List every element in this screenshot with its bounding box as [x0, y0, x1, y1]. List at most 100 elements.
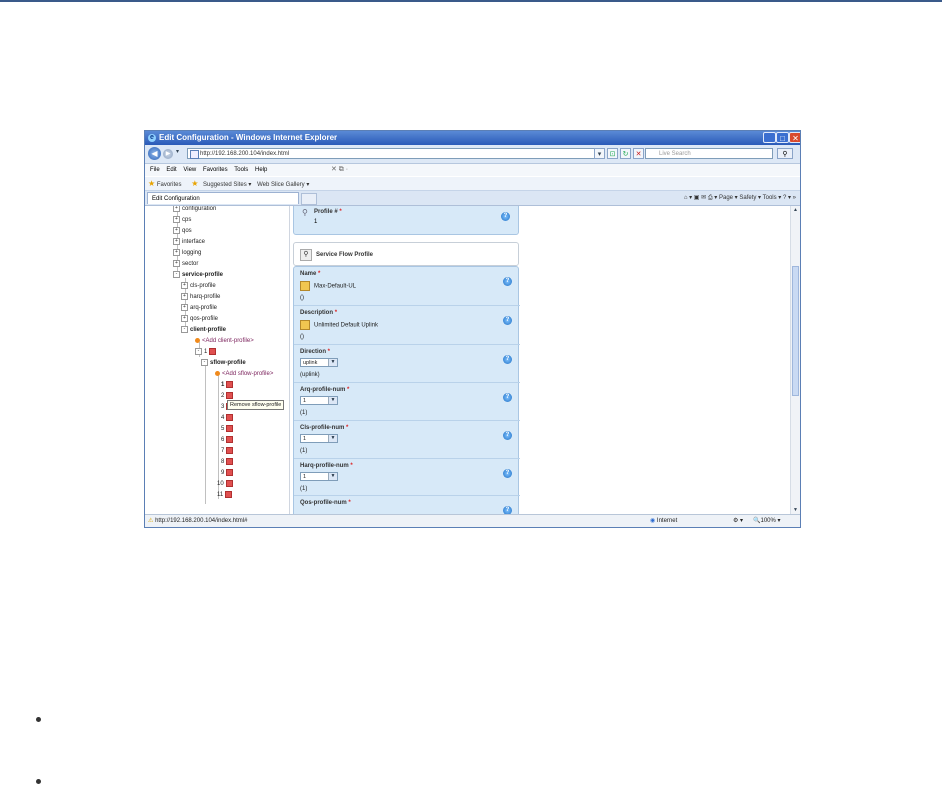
scroll-down-arrow[interactable]: ▼ — [792, 507, 799, 514]
expand-icon[interactable]: + — [173, 226, 180, 234]
field-select[interactable]: 1 ▼ — [300, 434, 338, 443]
help-icon[interactable]: ? — [503, 355, 512, 364]
expand-icon[interactable]: + — [173, 206, 180, 212]
remove-icon[interactable] — [209, 347, 217, 355]
vertical-scrollbar[interactable]: ▲ ▼ — [790, 206, 800, 515]
favorites-button[interactable]: Favorites — [157, 182, 182, 188]
tree-item[interactable]: -1 — [195, 347, 217, 357]
help-icon[interactable]: ? — [503, 277, 512, 286]
help-icon[interactable]: ? — [503, 469, 512, 478]
collapse-icon[interactable]: - — [195, 347, 202, 355]
collapse-icon[interactable]: - — [173, 270, 180, 278]
close-button[interactable]: ✕ — [789, 132, 800, 143]
remove-icon[interactable] — [226, 413, 234, 421]
edit-icon[interactable] — [300, 281, 310, 291]
compatibility-view-icon[interactable]: ⊡ — [607, 148, 618, 159]
tree-item[interactable]: + harq-profile — [181, 292, 220, 302]
remove-icon[interactable] — [226, 457, 234, 465]
field-value[interactable]: Max-Default-UL — [300, 281, 356, 291]
forward-button[interactable]: ▶ — [163, 149, 173, 159]
chevron-down-icon[interactable]: ▼ — [328, 397, 337, 404]
mail-icon[interactable]: ✉ — [701, 195, 708, 201]
tree-item[interactable]: 4 — [221, 413, 234, 423]
expand-icon[interactable]: + — [181, 292, 188, 300]
maximize-button[interactable]: □ — [776, 132, 789, 143]
field-select[interactable]: 1 ▼ — [300, 396, 338, 405]
tree-item[interactable]: <Add sflow-profile> — [215, 369, 273, 379]
tree-item[interactable]: - service-profile — [173, 270, 223, 280]
expand-icon[interactable]: + — [181, 314, 188, 322]
tree-item[interactable]: + interface — [173, 237, 205, 247]
tree-item[interactable]: 6 — [221, 435, 234, 445]
chevron-down-icon[interactable]: ▼ — [328, 359, 337, 366]
tree-item[interactable]: + qos-profile — [181, 314, 218, 324]
tree-item[interactable]: 8 — [221, 457, 234, 467]
home-icon[interactable]: ⌂ ▾ — [684, 195, 692, 201]
menu-tools[interactable]: Tools — [234, 164, 248, 176]
collapse-icon[interactable]: - — [181, 325, 188, 333]
expand-icon[interactable]: + — [173, 259, 180, 267]
protected-mode-icon[interactable]: ⚙ ▾ — [733, 515, 743, 527]
tree-item[interactable]: + cps — [173, 215, 191, 225]
tree-item[interactable]: 7 — [221, 446, 234, 456]
menu-edit[interactable]: Edit — [166, 164, 176, 176]
search-icon[interactable]: ⚲ — [777, 148, 793, 159]
zoom-control[interactable]: 🔍100% ▾ — [753, 515, 781, 527]
suggested-sites-link[interactable]: Suggested Sites ▾ — [203, 182, 251, 188]
field-select[interactable]: 1 ▼ — [300, 472, 338, 481]
address-input[interactable]: http://192.168.200.104/index.html — [187, 148, 599, 159]
add-favorites-icon[interactable]: ★ — [191, 179, 198, 188]
remove-icon[interactable] — [226, 446, 234, 454]
expand-icon[interactable]: + — [173, 237, 180, 245]
print-icon[interactable]: ⎙ ▾ — [708, 195, 719, 201]
tree-item[interactable]: - sflow-profile — [201, 358, 246, 368]
remove-icon[interactable] — [226, 435, 234, 443]
tree-item[interactable]: + qos — [173, 226, 192, 236]
tree-item[interactable]: 9 — [221, 468, 234, 478]
tree-item[interactable]: + arq-profile — [181, 303, 217, 313]
help-menu-icon[interactable]: ? ▾ » — [783, 195, 796, 201]
tree-item[interactable]: 1 — [221, 380, 234, 390]
back-button[interactable]: ◀ — [148, 147, 161, 160]
edit-icon[interactable] — [300, 320, 310, 330]
expand-icon[interactable]: + — [181, 303, 188, 311]
chevron-down-icon[interactable]: ▼ — [328, 435, 337, 442]
minimize-button[interactable]: _ — [763, 132, 776, 143]
expand-icon[interactable]: + — [181, 281, 188, 289]
web-slice-gallery-link[interactable]: Web Slice Gallery ▾ — [257, 182, 309, 188]
remove-icon[interactable] — [226, 468, 234, 476]
tree-item[interactable]: 10 — [217, 479, 233, 489]
scroll-thumb[interactable] — [792, 266, 799, 396]
remove-icon[interactable] — [225, 490, 233, 498]
field-value[interactable]: Unlimited Default Uplink — [300, 320, 378, 330]
tab-edit-configuration[interactable]: Edit Configuration — [147, 192, 299, 204]
menu-file[interactable]: File — [150, 164, 160, 176]
chevron-down-icon[interactable]: ▼ — [328, 473, 337, 480]
menu-favorites[interactable]: Favorites — [203, 164, 228, 176]
address-dropdown-button[interactable]: ▾ — [594, 148, 605, 159]
tree-item[interactable]: 5 — [221, 424, 234, 434]
tree-item[interactable]: 11 — [217, 490, 233, 500]
history-dropdown-icon[interactable]: ▾ — [176, 148, 179, 155]
refresh-icon[interactable]: ↻ — [620, 148, 631, 159]
remove-icon[interactable] — [226, 380, 234, 388]
tree-item[interactable]: + logging — [173, 248, 201, 258]
expand-icon[interactable]: + — [173, 248, 180, 256]
new-tab-button[interactable] — [301, 193, 317, 205]
scroll-up-arrow[interactable]: ▲ — [792, 207, 799, 214]
tree-item[interactable]: <Add client-profile> — [195, 336, 254, 346]
command-menus[interactable]: Page ▾ Safety ▾ Tools ▾ — [719, 195, 781, 201]
stop-icon[interactable]: ✕ — [633, 148, 644, 159]
pane-divider[interactable] — [289, 206, 290, 515]
remove-icon[interactable] — [226, 424, 234, 432]
remove-icon[interactable] — [226, 391, 234, 399]
search-input[interactable]: Live Search — [645, 148, 773, 159]
tree-item[interactable]: + sector — [173, 259, 198, 269]
remove-icon[interactable] — [225, 479, 233, 487]
toolbar-close-icon[interactable]: ✕ ⧉ · — [331, 164, 348, 176]
menu-view[interactable]: View — [183, 164, 196, 176]
expand-icon[interactable]: + — [173, 215, 180, 223]
tree-item[interactable]: + cls-profile — [181, 281, 216, 291]
collapse-icon[interactable]: - — [201, 358, 208, 366]
menu-help[interactable]: Help — [255, 164, 267, 176]
